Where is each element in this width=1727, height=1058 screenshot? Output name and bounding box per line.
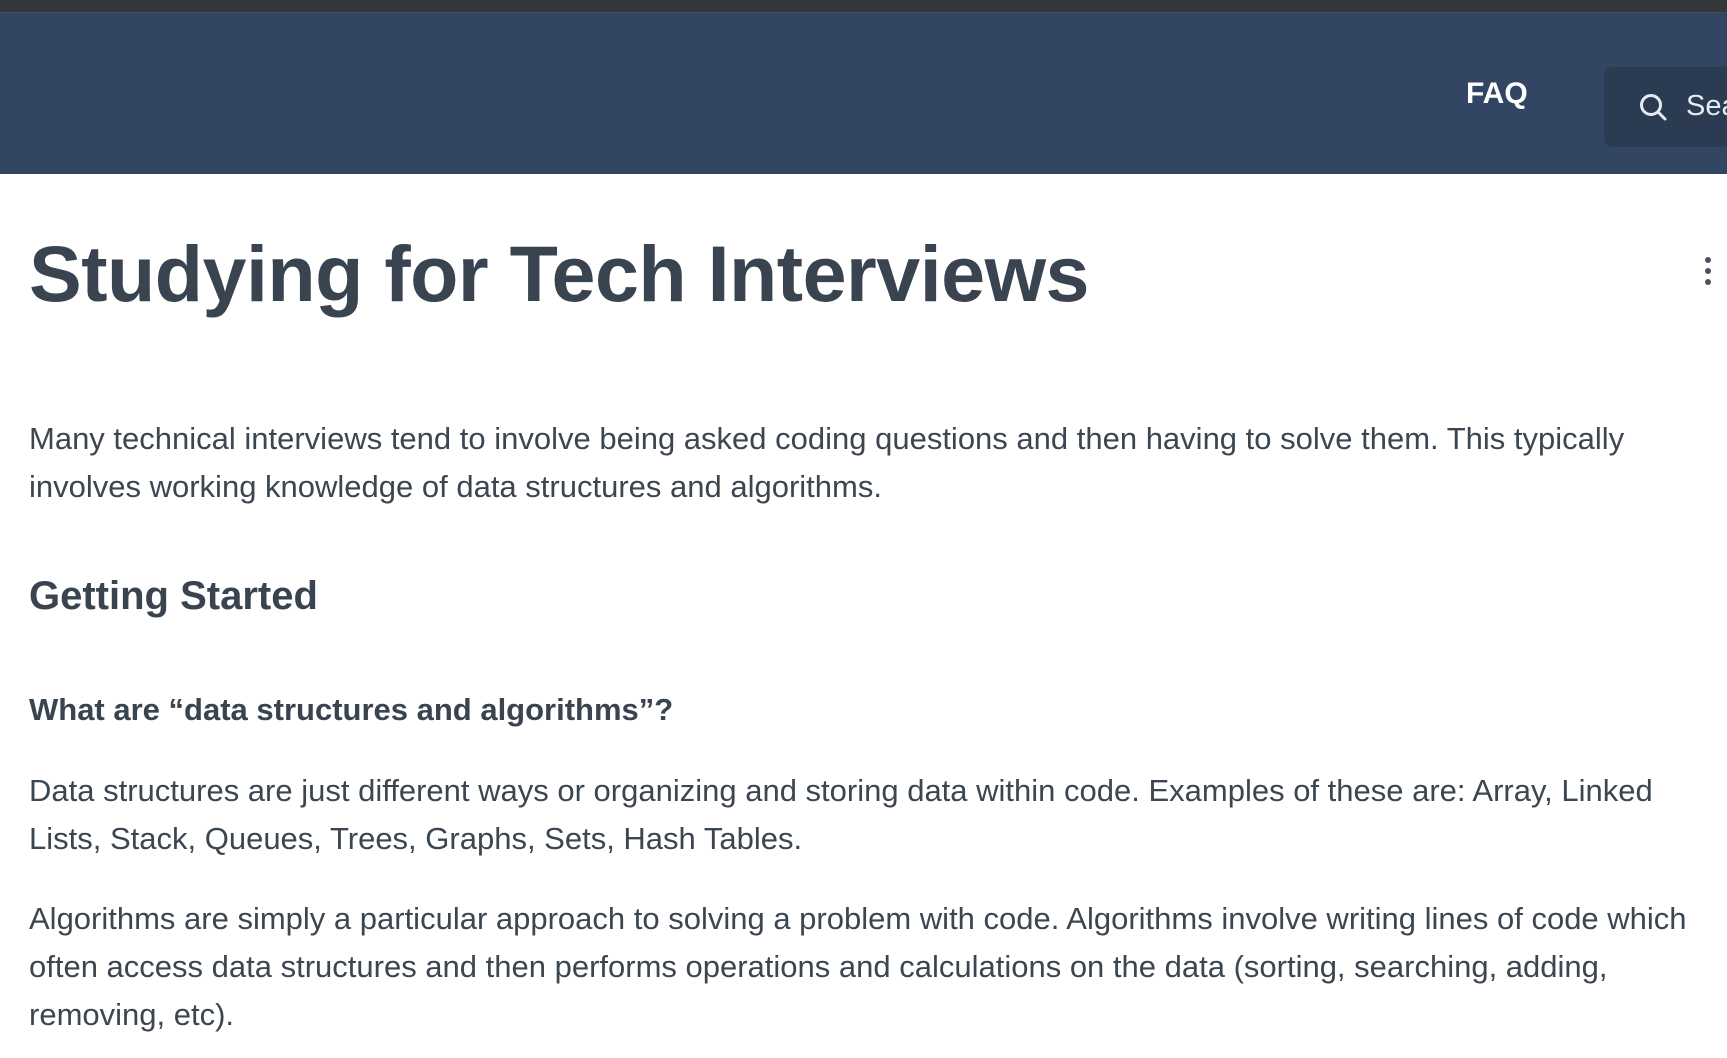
more-vertical-icon[interactable] (1700, 257, 1716, 293)
search-placeholder: Sea (1686, 90, 1727, 122)
browser-top-strip (0, 0, 1727, 13)
site-header: FAQ Sea (0, 13, 1727, 174)
question-heading: What are “data structures and algorithms… (29, 692, 674, 727)
page-title: Studying for Tech Interviews (29, 229, 1089, 318)
section-heading: Getting Started (29, 574, 318, 618)
search-icon (1640, 94, 1667, 121)
intro-paragraph: Many technical interviews tend to involv… (29, 421, 1625, 504)
data-structures-paragraph: Data structures are just different ways … (29, 773, 1653, 856)
algorithms-paragraph: Algorithms are simply a particular appro… (29, 901, 1687, 1032)
search-input[interactable]: Sea (1604, 67, 1727, 147)
nav-faq-link[interactable]: FAQ (1466, 77, 1528, 111)
